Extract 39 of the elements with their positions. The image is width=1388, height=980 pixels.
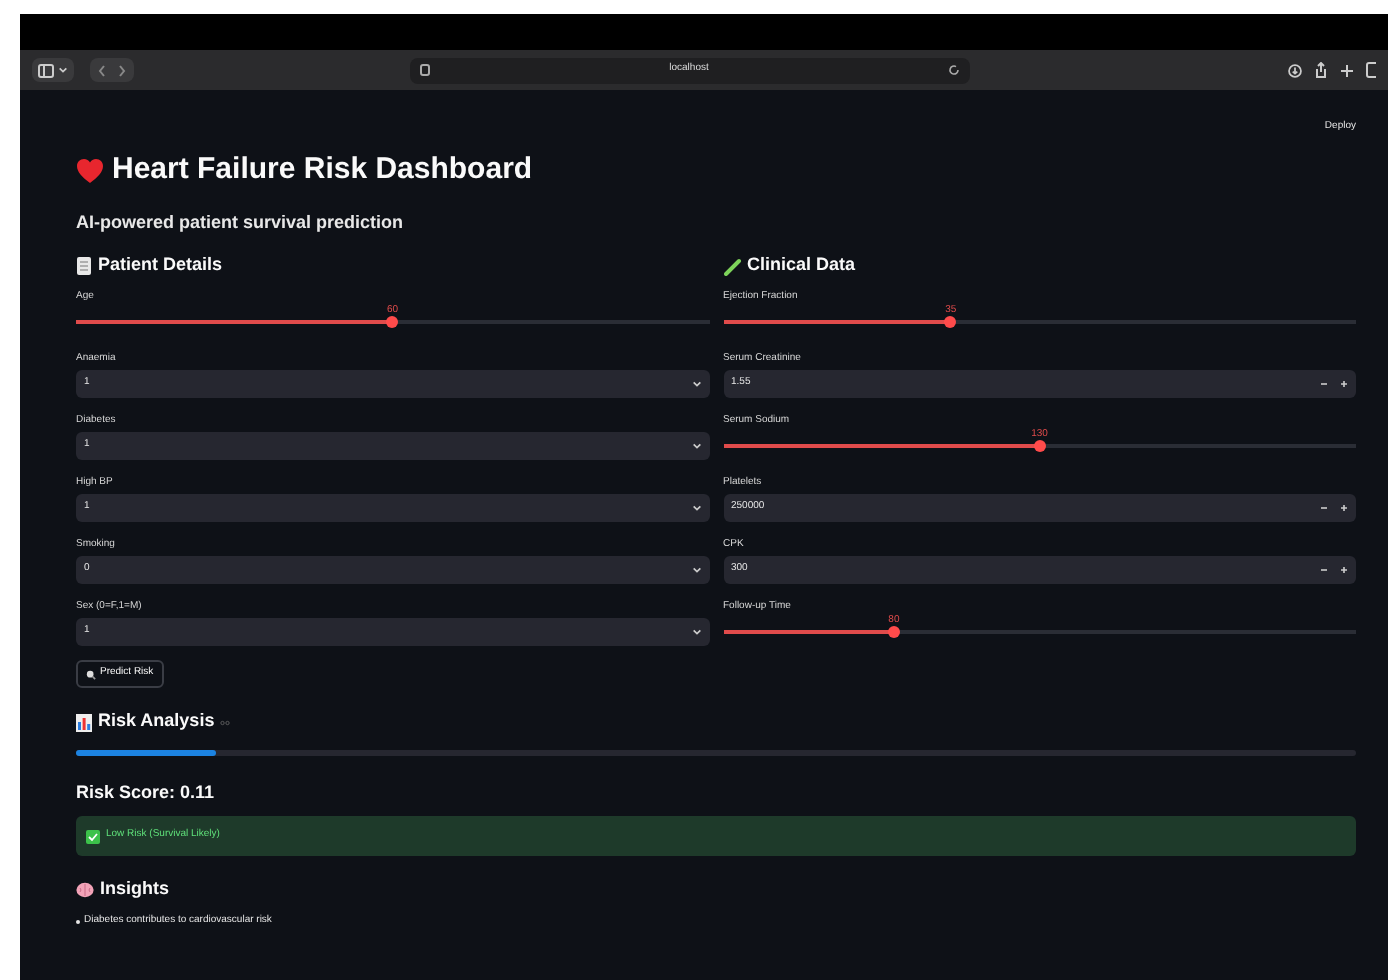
sidebar-icon[interactable] bbox=[38, 63, 54, 77]
slider-thumb[interactable] bbox=[1033, 440, 1046, 452]
plus-icon[interactable] bbox=[1340, 504, 1348, 512]
chevron-down-icon bbox=[691, 380, 701, 388]
clipboard-icon bbox=[76, 256, 92, 276]
section-heading: Patient Details bbox=[98, 252, 223, 279]
tabs-icon[interactable] bbox=[1366, 62, 1376, 78]
forward-icon[interactable] bbox=[118, 63, 126, 77]
share-icon[interactable] bbox=[1314, 62, 1328, 78]
slider-thumb[interactable] bbox=[887, 626, 900, 638]
plus-icon[interactable] bbox=[1340, 63, 1354, 77]
page-icon bbox=[420, 64, 430, 76]
section-heading: Risk Analysis bbox=[98, 708, 215, 735]
plus-icon[interactable] bbox=[1340, 380, 1348, 388]
page-title: Heart Failure Risk Dashboard bbox=[112, 149, 533, 190]
section-heading: Insights bbox=[100, 876, 170, 903]
magnifier-icon bbox=[86, 669, 96, 679]
minus-icon[interactable] bbox=[1320, 566, 1328, 574]
section-heading: Clinical Data bbox=[747, 252, 856, 279]
chevron-down-icon bbox=[691, 566, 701, 574]
checkmark-icon bbox=[86, 829, 100, 843]
chevron-down-icon bbox=[691, 504, 701, 512]
chevron-down-icon bbox=[691, 628, 701, 636]
download-icon[interactable] bbox=[1288, 63, 1302, 77]
reload-icon[interactable] bbox=[947, 64, 960, 76]
heart-icon bbox=[76, 157, 104, 183]
slider-thumb[interactable] bbox=[944, 316, 957, 328]
minus-icon[interactable] bbox=[1320, 380, 1328, 388]
minus-icon[interactable] bbox=[1320, 504, 1328, 512]
risk-score: Risk Score: 0.11 bbox=[76, 780, 215, 802]
brain-icon bbox=[76, 882, 94, 898]
chevron-down-icon[interactable] bbox=[58, 66, 68, 74]
back-icon[interactable] bbox=[98, 63, 106, 77]
pencil-icon bbox=[723, 257, 741, 275]
chevron-down-icon bbox=[691, 442, 701, 450]
subtitle: AI-powered patient survival prediction bbox=[76, 210, 404, 234]
slider-thumb[interactable] bbox=[386, 316, 399, 328]
plus-icon[interactable] bbox=[1340, 566, 1348, 574]
bar-chart-icon bbox=[76, 713, 92, 731]
